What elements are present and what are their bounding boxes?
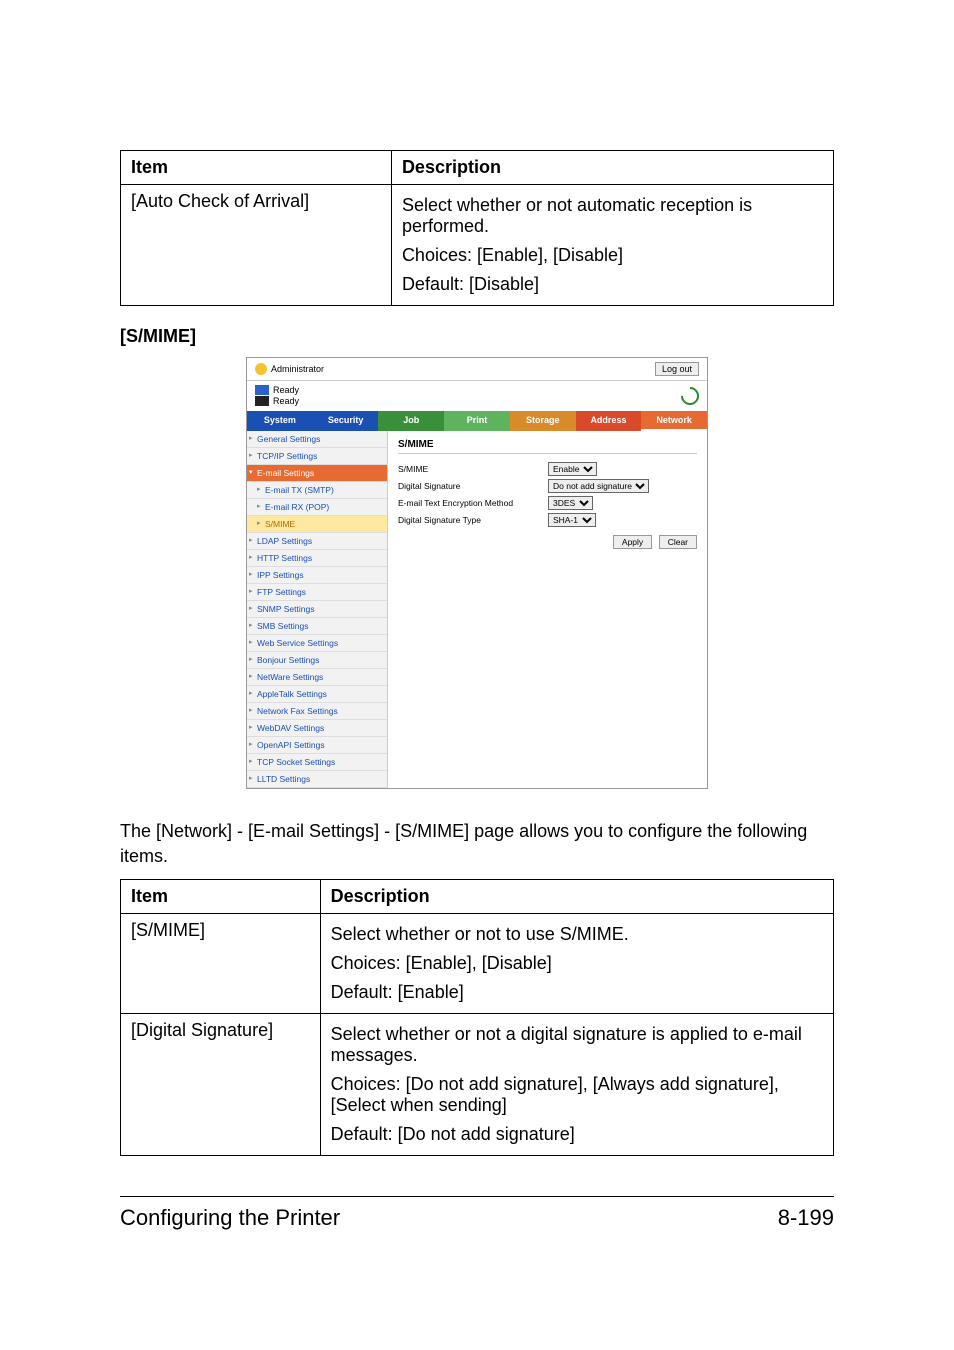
table2-desc-line: Default: [Enable] <box>331 978 823 1007</box>
sidebar-item-tcpsocket[interactable]: TCP Socket Settings <box>247 754 387 771</box>
table2-header-item: Item <box>121 879 321 913</box>
printer-web-screenshot: Administrator Log out Ready Ready System… <box>246 357 708 789</box>
sidebar-item-lltd[interactable]: LLTD Settings <box>247 771 387 788</box>
admin-icon <box>255 363 267 375</box>
sidebar-item-bonjour[interactable]: Bonjour Settings <box>247 652 387 669</box>
footer-left: Configuring the Printer <box>120 1205 340 1231</box>
tab-network[interactable]: Network <box>641 411 707 431</box>
sidebar-item-webservice[interactable]: Web Service Settings <box>247 635 387 652</box>
sidebar-item-email[interactable]: E-mail Settings <box>247 465 387 482</box>
table-row: [Auto Check of Arrival] Select whether o… <box>121 185 834 306</box>
select-digital-signature[interactable]: Do not add signature <box>548 479 649 493</box>
tab-security[interactable]: Security <box>313 411 379 431</box>
table2-desc-line: Choices: [Enable], [Disable] <box>331 949 823 978</box>
status-ready: Ready <box>273 396 299 407</box>
table1-header-item: Item <box>121 151 392 185</box>
table2-desc-line: Select whether or not a digital signatur… <box>331 1020 823 1070</box>
table2-desc: Select whether or not to use S/MIME. Cho… <box>320 913 833 1013</box>
refresh-icon[interactable] <box>677 383 702 408</box>
intro-paragraph: The [Network] - [E-mail Settings] - [S/M… <box>120 819 834 869</box>
form-label-sig: Digital Signature <box>398 481 538 491</box>
table2-item: [S/MIME] <box>121 913 321 1013</box>
tab-storage[interactable]: Storage <box>510 411 576 431</box>
sidebar-item-email-rx[interactable]: E-mail RX (POP) <box>247 499 387 516</box>
select-signature-type[interactable]: SHA-1 <box>548 513 596 527</box>
tab-address[interactable]: Address <box>576 411 642 431</box>
sidebar-item-general[interactable]: General Settings <box>247 431 387 448</box>
sidebar-item-http[interactable]: HTTP Settings <box>247 550 387 567</box>
table2-desc: Select whether or not a digital signatur… <box>320 1013 833 1155</box>
status-ready: Ready <box>273 385 299 396</box>
table-auto-check: Item Description [Auto Check of Arrival]… <box>120 150 834 306</box>
tab-system[interactable]: System <box>247 411 313 431</box>
sidebar-item-openapi[interactable]: OpenAPI Settings <box>247 737 387 754</box>
table1-desc-line: Default: [Disable] <box>402 270 823 299</box>
sidebar-item-appletalk[interactable]: AppleTalk Settings <box>247 686 387 703</box>
table-row: [Digital Signature] Select whether or no… <box>121 1013 834 1155</box>
apply-button[interactable]: Apply <box>613 535 652 549</box>
sidebar-item-ldap[interactable]: LDAP Settings <box>247 533 387 550</box>
sidebar-item-email-tx[interactable]: E-mail TX (SMTP) <box>247 482 387 499</box>
tab-job[interactable]: Job <box>378 411 444 431</box>
sidebar-item-tcpip[interactable]: TCP/IP Settings <box>247 448 387 465</box>
table2-desc-line: Choices: [Do not add signature], [Always… <box>331 1070 823 1120</box>
table1-desc-line: Choices: [Enable], [Disable] <box>402 241 823 270</box>
sidebar-item-ftp[interactable]: FTP Settings <box>247 584 387 601</box>
logout-button[interactable]: Log out <box>655 362 699 376</box>
table1-desc-line: Select whether or not automatic receptio… <box>402 191 823 241</box>
table2-desc-line: Select whether or not to use S/MIME. <box>331 920 823 949</box>
table1-desc: Select whether or not automatic receptio… <box>391 185 833 306</box>
form-label-sigtype: Digital Signature Type <box>398 515 538 525</box>
clear-button[interactable]: Clear <box>659 535 697 549</box>
printer-icon <box>255 385 269 395</box>
main-panel-title: S/MIME <box>398 439 697 454</box>
tab-print[interactable]: Print <box>444 411 510 431</box>
select-encryption-method[interactable]: 3DES <box>548 496 593 510</box>
sidebar-item-snmp[interactable]: SNMP Settings <box>247 601 387 618</box>
footer-page-number: 8-199 <box>778 1205 834 1231</box>
table2-header-desc: Description <box>320 879 833 913</box>
section-heading-smime: [S/MIME] <box>120 326 834 347</box>
sidebar-item-webdav[interactable]: WebDAV Settings <box>247 720 387 737</box>
sidebar-item-netware[interactable]: NetWare Settings <box>247 669 387 686</box>
form-label-smime: S/MIME <box>398 464 538 474</box>
sidebar-item-smime[interactable]: S/MIME <box>247 516 387 533</box>
table-row: [S/MIME] Select whether or not to use S/… <box>121 913 834 1013</box>
table1-item: [Auto Check of Arrival] <box>121 185 392 306</box>
sidebar-item-smb[interactable]: SMB Settings <box>247 618 387 635</box>
sidebar-item-ipp[interactable]: IPP Settings <box>247 567 387 584</box>
table-smime-settings: Item Description [S/MIME] Select whether… <box>120 879 834 1156</box>
form-label-enc: E-mail Text Encryption Method <box>398 498 538 508</box>
table1-header-desc: Description <box>391 151 833 185</box>
sidebar-item-networkfax[interactable]: Network Fax Settings <box>247 703 387 720</box>
admin-label: Administrator <box>271 364 324 374</box>
table2-desc-line: Default: [Do not add signature] <box>331 1120 823 1149</box>
table2-item: [Digital Signature] <box>121 1013 321 1155</box>
printer-icon <box>255 396 269 406</box>
select-smime[interactable]: Enable <box>548 462 597 476</box>
